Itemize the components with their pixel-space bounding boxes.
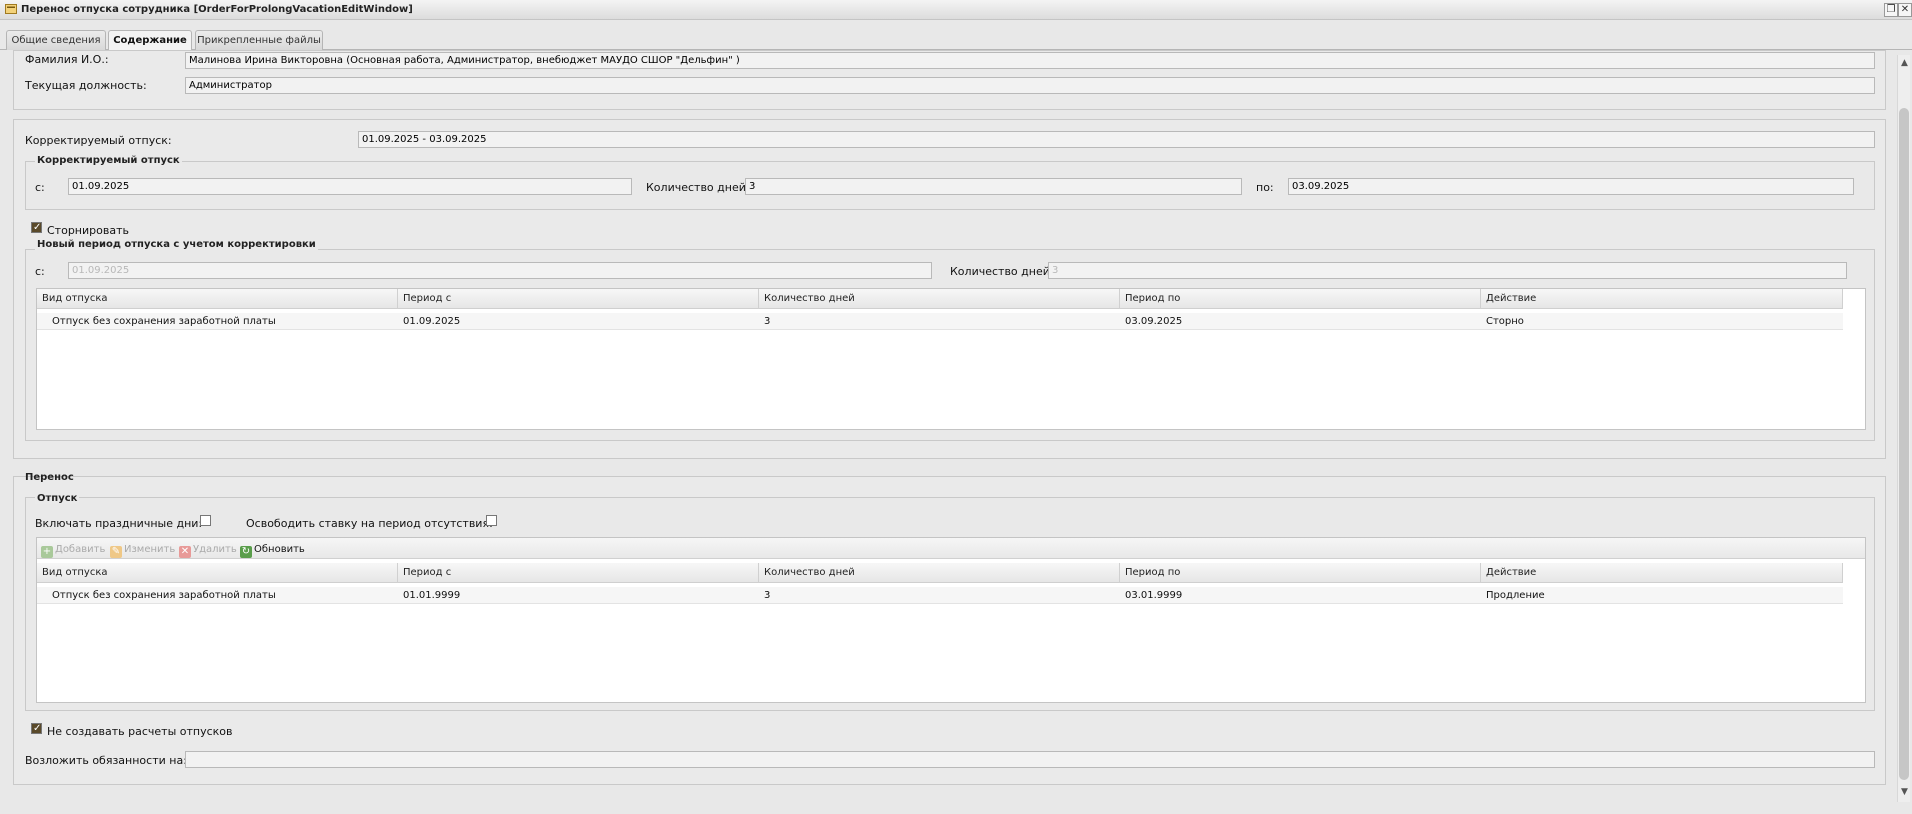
cell-type: Отпуск без сохранения заработной платы [52, 590, 276, 601]
new-period-days-label: Количество дней: [950, 265, 1054, 278]
corrected-vacation-label: Корректируемый отпуск: [25, 134, 172, 147]
corrected-vacation-select[interactable]: 01.09.2025 - 03.09.2025 [358, 131, 1875, 148]
corrected-days-label: Количество дней: [646, 181, 750, 194]
edit-button-label: Изменить [124, 544, 176, 555]
cell-period-to: 03.01.9999 [1125, 590, 1183, 601]
edit-button[interactable]: ✎ Изменить [110, 542, 176, 558]
storno-label: Сторнировать [47, 224, 129, 237]
scrollbar-thumb[interactable] [1899, 108, 1909, 780]
close-button[interactable]: ✕ [1898, 3, 1912, 17]
corrected-from-field[interactable]: 01.09.2025 [68, 178, 632, 195]
restore-button[interactable]: ❐ [1884, 3, 1898, 17]
fio-label: Фамилия И.О.: [25, 53, 109, 66]
cell-period-to: 03.09.2025 [1125, 316, 1183, 327]
refresh-icon: ↻ [240, 546, 252, 558]
new-period-grid [36, 288, 1866, 430]
include-holidays-checkbox[interactable] [200, 515, 211, 526]
storno-checkbox[interactable] [31, 222, 42, 233]
transfer-vacation-fieldset-title: Отпуск [35, 493, 80, 504]
new-period-from-label: с: [35, 265, 45, 278]
column-header-type[interactable]: Вид отпуска [37, 289, 398, 309]
table-row[interactable]: Отпуск без сохранения заработной платы 0… [37, 313, 1843, 330]
column-header-days[interactable]: Количество дней [759, 289, 1120, 309]
cell-period-from: 01.09.2025 [403, 316, 461, 327]
transfer-grid-header: Вид отпуска Период с Количество дней Пер… [37, 563, 1843, 583]
add-button-label: Добавить [55, 544, 106, 555]
cell-type: Отпуск без сохранения заработной платы [52, 316, 276, 327]
delete-button-label: Удалить [193, 544, 237, 555]
new-period-days-field: 3 [1048, 262, 1847, 279]
transfer-grid-toolbar [37, 538, 1865, 559]
column-header-period-to[interactable]: Период по [1120, 563, 1481, 583]
cell-action: Сторно [1486, 316, 1524, 327]
cell-period-from: 01.01.9999 [403, 590, 461, 601]
tab-content[interactable]: Содержание [108, 30, 192, 51]
include-holidays-label: Включать праздничные дни: [35, 517, 203, 530]
new-period-fieldset-title: Новый период отпуска с учетом корректиро… [35, 239, 318, 250]
free-rate-checkbox[interactable] [486, 515, 497, 526]
corrected-days-field[interactable]: 3 [745, 178, 1242, 195]
refresh-button-label: Обновить [254, 544, 305, 555]
corrected-to-field[interactable]: 03.09.2025 [1288, 178, 1854, 195]
delegate-field[interactable] [185, 751, 1875, 768]
new-period-from-field: 01.09.2025 [68, 262, 932, 279]
window-app-icon [5, 4, 17, 15]
column-header-period-from[interactable]: Период с [398, 563, 759, 583]
column-header-type[interactable]: Вид отпуска [37, 563, 398, 583]
transfer-grid [36, 537, 1866, 703]
table-row[interactable]: Отпуск без сохранения заработной платы 0… [37, 587, 1843, 604]
add-icon: + [41, 546, 53, 558]
column-header-action[interactable]: Действие [1481, 563, 1843, 583]
new-period-grid-header: Вид отпуска Период с Количество дней Пер… [37, 289, 1843, 309]
column-header-period-from[interactable]: Период с [398, 289, 759, 309]
delegate-label: Возложить обязанности на: [25, 754, 187, 767]
cell-days: 3 [764, 316, 771, 327]
tab-general[interactable]: Общие сведения [6, 30, 106, 50]
no-calc-checkbox[interactable] [31, 723, 42, 734]
position-field[interactable]: Администратор [185, 77, 1875, 94]
free-rate-label: Освободить ставку на период отсутствия: [246, 517, 493, 530]
delete-button[interactable]: ✕ Удалить [179, 542, 237, 558]
corrected-to-label: по: [1256, 181, 1274, 194]
position-label: Текущая должность: [25, 79, 147, 92]
scroll-down-arrow[interactable]: ▼ [1898, 786, 1911, 798]
tab-attached-files[interactable]: Прикрепленные файлы [195, 30, 323, 50]
refresh-button[interactable]: ↻ Обновить [240, 542, 305, 558]
corrected-vacation-fieldset-title: Корректируемый отпуск [35, 155, 182, 166]
column-header-days[interactable]: Количество дней [759, 563, 1120, 583]
window-title: Перенос отпуска сотрудника [OrderForProl… [21, 4, 413, 15]
delete-icon: ✕ [179, 546, 191, 558]
edit-icon: ✎ [110, 546, 122, 558]
column-header-action[interactable]: Действие [1481, 289, 1843, 309]
scroll-up-arrow[interactable]: ▲ [1898, 57, 1911, 69]
corrected-from-label: с: [35, 181, 45, 194]
column-header-period-to[interactable]: Период по [1120, 289, 1481, 309]
fio-field[interactable]: Малинова Ирина Викторовна (Основная рабо… [185, 52, 1875, 69]
add-button[interactable]: + Добавить [41, 542, 106, 558]
no-calc-label: Не создавать расчеты отпусков [47, 725, 233, 738]
transfer-section-title: Перенос [25, 472, 74, 483]
cell-action: Продление [1486, 590, 1545, 601]
cell-days: 3 [764, 590, 771, 601]
